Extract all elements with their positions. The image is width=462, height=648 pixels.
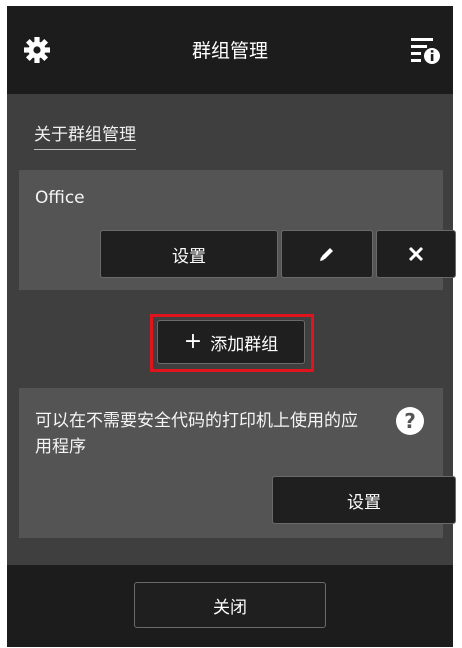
footer-bar: 关闭 [7, 565, 453, 647]
group-settings-button[interactable]: 设置 [100, 230, 278, 278]
group-settings-label: 设置 [172, 246, 206, 267]
group-name: Office [35, 188, 85, 208]
close-label: 关闭 [213, 597, 247, 618]
group-panel: Office 设置 [19, 170, 456, 290]
close-button[interactable]: 关闭 [134, 582, 326, 628]
plus-icon: + [183, 329, 203, 354]
apps-settings-button[interactable]: 设置 [272, 476, 456, 524]
question-icon[interactable]: ? [395, 406, 425, 436]
apps-panel: 可以在不需要安全代码的打印机上使用的应用程序 ? 设置 [19, 388, 456, 538]
page-title: 群组管理 [191, 40, 268, 62]
add-group-label: 添加群组 [210, 334, 279, 355]
close-icon [408, 246, 424, 262]
header-bar: 群组管理 [7, 6, 453, 94]
edit-group-button[interactable] [281, 230, 373, 278]
apps-description: 可以在不需要安全代码的打印机上使用的应用程序 [35, 411, 358, 457]
pencil-icon [320, 248, 333, 261]
about-group-management-link[interactable]: 关于群组管理 [34, 120, 136, 150]
delete-group-button[interactable] [376, 230, 456, 278]
add-group-button[interactable]: + 添加群组 [157, 320, 305, 364]
apps-settings-label: 设置 [347, 492, 381, 513]
group-management-screen: 群组管理 关于群组管理 Office 设置 + 添加群组 可以在不需要安全代码的… [7, 6, 456, 647]
info-menu-icon[interactable] [409, 34, 441, 66]
svg-text:?: ? [404, 409, 416, 433]
